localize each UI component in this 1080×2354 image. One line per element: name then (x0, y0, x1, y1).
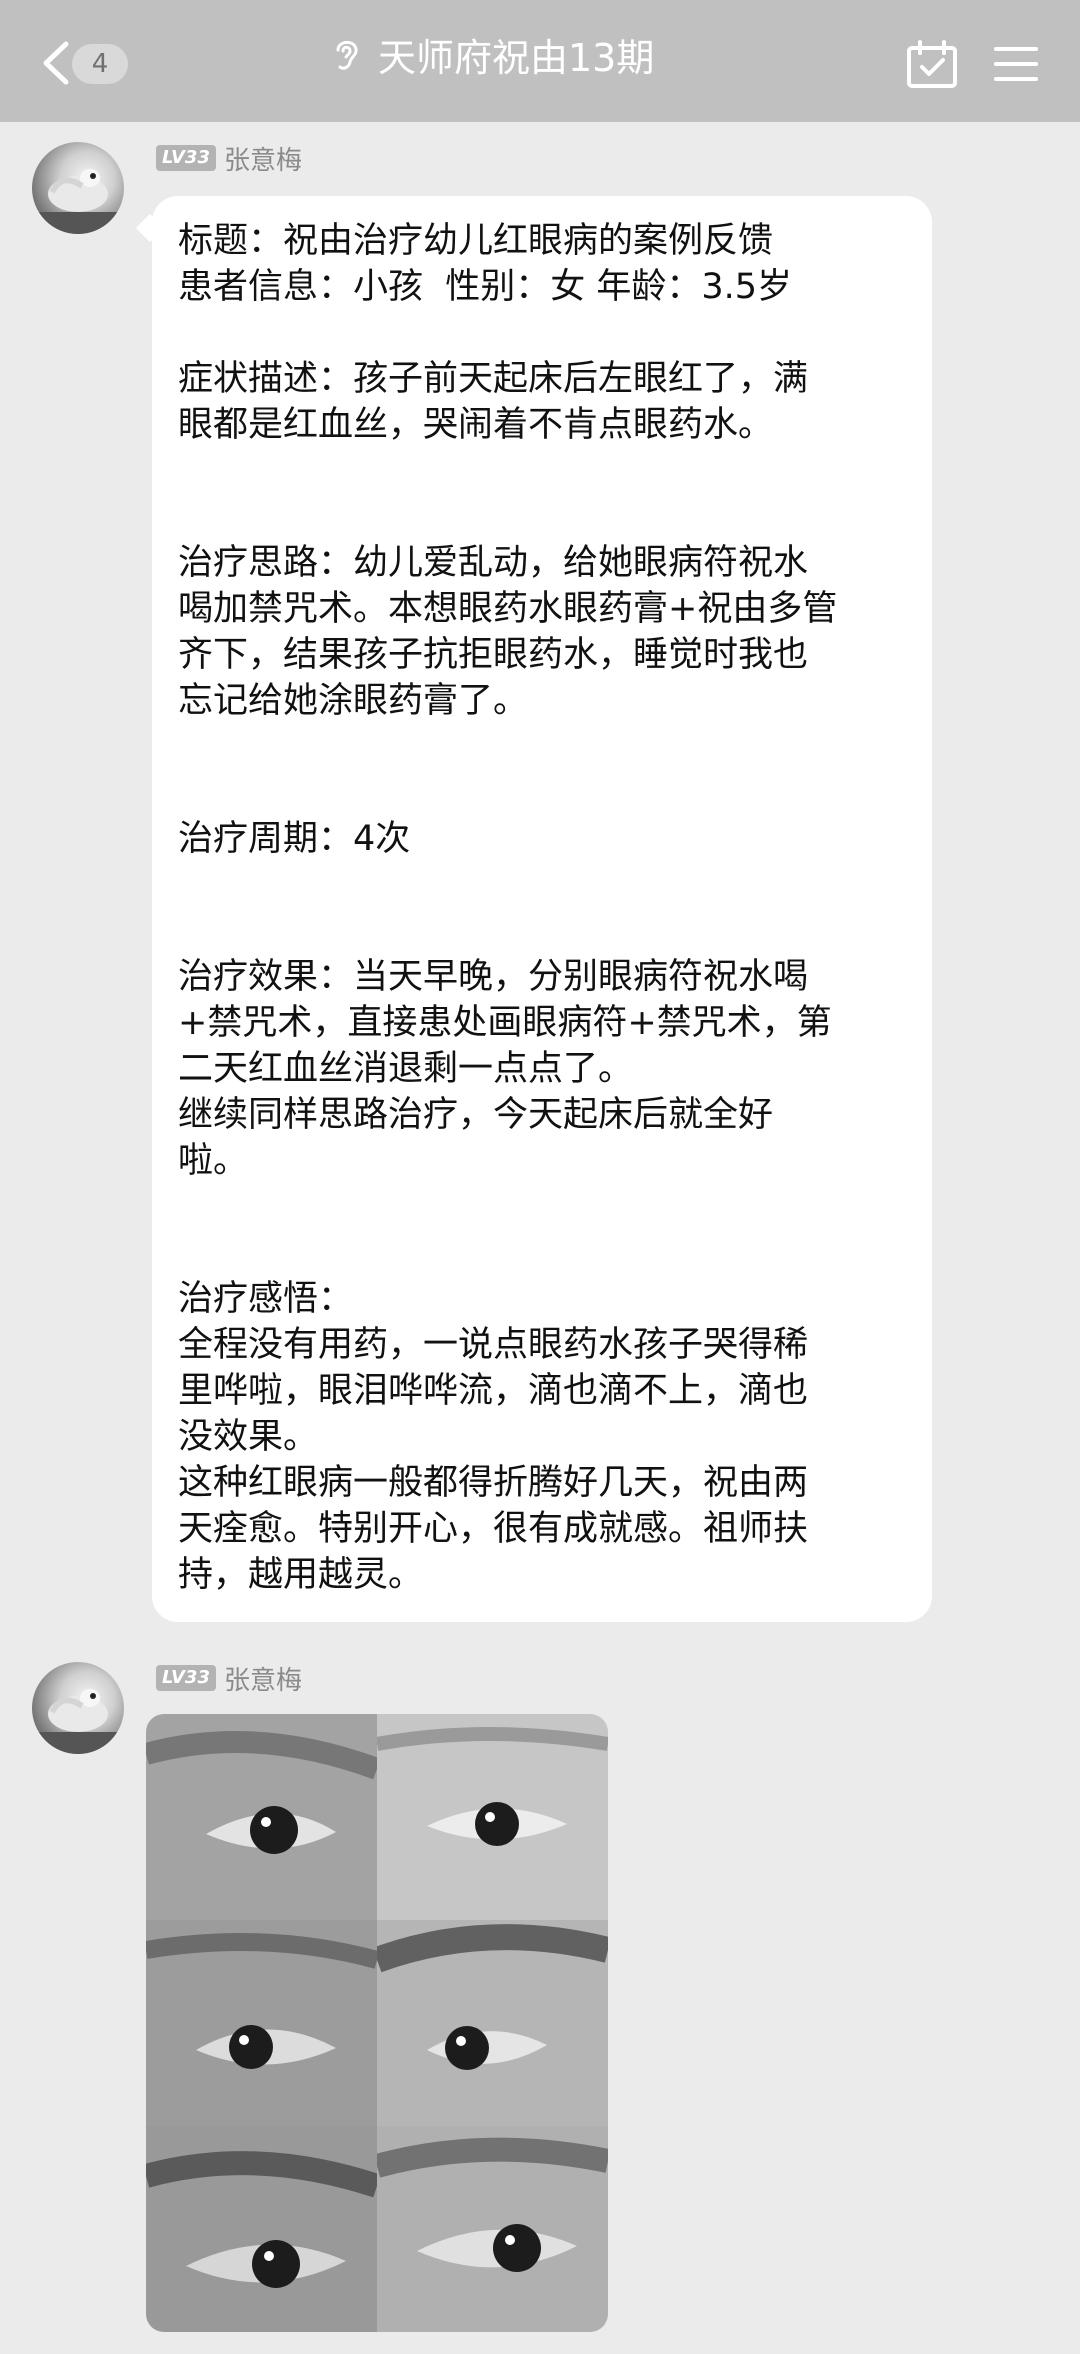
message-paragraph-symptoms: 症状描述：孩子前天起床后左眼红了，满 眼都是红血丝，哭闹着不肯点眼药水。 (178, 359, 809, 445)
back-button[interactable]: 4 (30, 30, 130, 96)
avatar[interactable] (32, 142, 124, 234)
message-paragraph-period: 治疗周期：4次 (178, 819, 411, 859)
chevron-left-icon (43, 41, 69, 85)
message-paragraph-reflection: 治疗感悟： 全程没有用药，一说点眼药水孩子哭得稀 里哗啦，眼泪哗哗流，滴也滴不上… (178, 1279, 809, 1595)
top-bar: 4 天师府祝由13期 (0, 0, 1080, 122)
sender-name: 张意梅 (223, 145, 302, 176)
chat-title: 天师府祝由13期 (378, 35, 655, 80)
calendar-check-icon[interactable] (906, 40, 958, 90)
ear-icon (336, 40, 358, 70)
sender-name: 张意梅 (223, 1665, 302, 1696)
bird-avatar-image (32, 169, 124, 234)
eye-photo[interactable] (377, 2126, 608, 2332)
message-paragraph-effect: 治疗效果：当天早晚，分别眼病符祝水喝 +禁咒术，直接患处画眼病符+禁咒术，第 二… (178, 957, 832, 1181)
eye-photo[interactable] (146, 2126, 377, 2332)
message-paragraph-approach: 治疗思路：幼儿爱乱动，给她眼病符祝水 喝加禁咒术。本想眼药水眼药膏+祝由多管 齐… (178, 543, 838, 721)
message-bubble[interactable]: 标题：祝由治疗幼儿红眼病的案例反馈 患者信息：小孩 性别：女 年龄：3.5岁 症… (152, 196, 932, 1622)
chat-title-area: 天师府祝由13期 (330, 24, 654, 84)
bird-avatar-image (32, 1689, 124, 1754)
level-badge: LV33 (156, 145, 216, 171)
eye-photo[interactable] (377, 1920, 608, 2126)
message-paragraph-title: 标题：祝由治疗幼儿红眼病的案例反馈 患者信息：小孩 性别：女 年龄：3.5岁 (178, 221, 793, 307)
level-badge: LV33 (156, 1665, 216, 1691)
sender-info: LV33 张意梅 (156, 143, 302, 176)
unread-count-badge: 4 (72, 44, 128, 84)
eye-photo[interactable] (377, 1714, 608, 1920)
eye-photo[interactable] (146, 1714, 377, 1920)
photo-collage[interactable] (146, 1714, 608, 2332)
hamburger-menu-icon[interactable] (994, 44, 1038, 84)
avatar[interactable] (32, 1662, 124, 1754)
sender-info: LV33 张意梅 (156, 1663, 302, 1696)
eye-photo[interactable] (146, 1920, 377, 2126)
